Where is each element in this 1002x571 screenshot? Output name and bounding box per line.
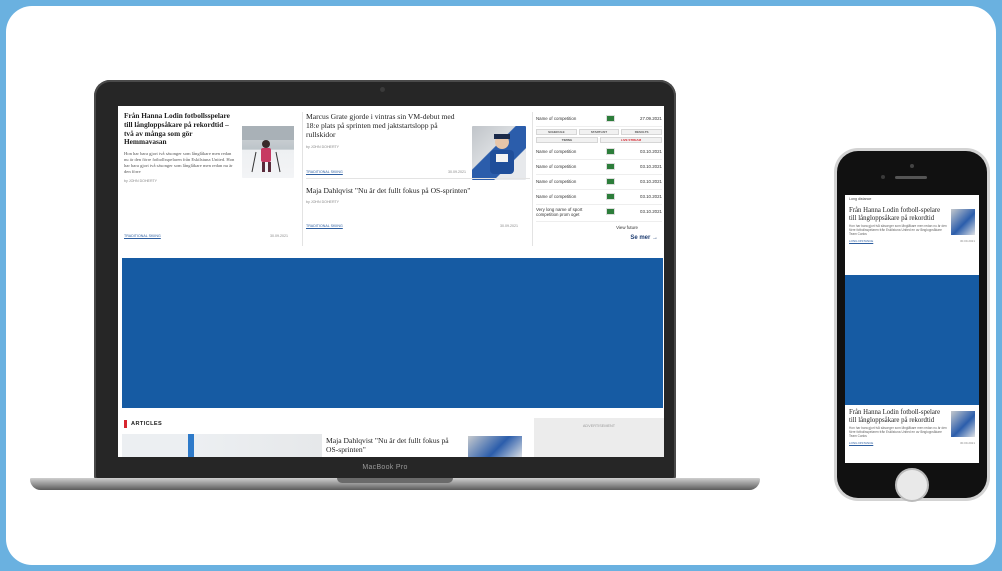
skier-figure-icon (242, 126, 294, 173)
article-author: by JOHN DOHERTY (124, 179, 158, 184)
article-title[interactable]: Maja Dahlqvist "Nu är det fullt fokus på… (306, 186, 526, 195)
article-title[interactable]: Maja Dahlqvist "Nu är det fullt fokus på… (326, 436, 460, 454)
competition-row[interactable]: Name of competition 03.10.2021 (536, 160, 662, 175)
laptop-screen: Från Hanna Lodin fotbollsspelare till lå… (118, 106, 664, 457)
sweden-flag-icon (606, 178, 615, 185)
laptop-base (30, 478, 760, 490)
live-stream-button[interactable]: LIVE STREAM (600, 137, 662, 143)
view-future-link[interactable]: View future (536, 225, 662, 230)
laptop-lid: Från Hanna Lodin fotbollsspelare till lå… (94, 80, 676, 480)
article-title[interactable]: Marcus Grate gjorde i vintras sin VM-deb… (306, 112, 466, 140)
competition-row[interactable]: Name of competition 03.10.2021 (536, 190, 662, 205)
article-column-2b[interactable]: Maja Dahlqvist "Nu är det fullt fokus på… (306, 186, 526, 204)
competition-actions-2: TIMING LIVE STREAM (536, 137, 662, 143)
article-thumbnail[interactable] (951, 411, 975, 437)
skier-photo[interactable] (472, 126, 526, 180)
skier-portrait-icon (490, 134, 514, 174)
competition-row[interactable]: Name of competition 03.10.2021 (536, 145, 662, 160)
article-date: 30.09.2021 (448, 170, 466, 174)
article-date: 30.09.2021 (500, 224, 518, 228)
phone-article[interactable]: Från Hanna Lodin fotboll-spelare till lå… (849, 207, 975, 243)
article-thumbnail[interactable] (468, 436, 522, 457)
competition-row[interactable]: Very long name of sport competition prom… (536, 205, 662, 222)
webcam (380, 87, 385, 92)
hero-banner[interactable] (122, 258, 663, 408)
article-tag[interactable]: LONG DISTANCE (849, 239, 873, 243)
competitions-sidebar: Name of competition 27.09.2021 SCHEDULE … (536, 112, 663, 241)
article-title[interactable]: Från Hanna Lodin fotboll-spelare till lå… (849, 409, 945, 424)
article-excerpt: Hon har bara gjort två säsonger som lång… (849, 224, 947, 237)
article-date: 30.09.2021 (270, 234, 288, 238)
phone-speaker (895, 176, 927, 179)
sweden-flag-icon (606, 193, 615, 200)
article-date: 30.09.2021 (959, 441, 975, 446)
phone-camera (910, 164, 914, 168)
article-image[interactable] (122, 434, 322, 457)
competition-row[interactable]: Name of competition 27.09.2021 (536, 112, 662, 127)
section-label: Long distance (849, 197, 872, 201)
article-author: by JOHN DOHERTY (306, 200, 340, 205)
startlist-button[interactable]: STARTLIST (578, 129, 620, 135)
divider (306, 178, 530, 179)
hero-banner[interactable] (845, 275, 979, 405)
article-meta: LONG DISTANCE 30.09.2021 (849, 441, 975, 445)
showcase-card: Från Hanna Lodin fotbollsspelare till lå… (6, 6, 996, 565)
divider (532, 112, 533, 246)
timing-button[interactable]: TIMING (536, 137, 598, 143)
article-thumbnail[interactable] (951, 209, 975, 235)
article-excerpt: Hon har bara gjort två säsonger som lång… (124, 151, 235, 174)
article-excerpt: Hon har bara gjort två säsonger som lång… (849, 426, 947, 439)
skier-photo[interactable] (242, 126, 294, 178)
sweden-flag-icon (606, 115, 615, 122)
laptop-brand-label: MacBook Pro (362, 464, 408, 471)
phone-body: Long distance Från Hanna Lodin fotboll-s… (837, 151, 987, 502)
divider (302, 112, 303, 246)
section-marker (124, 420, 127, 428)
articles-section-header: ARTICLES (124, 420, 162, 428)
home-button[interactable] (895, 468, 929, 502)
competition-actions: SCHEDULE STARTLIST RESULTS (536, 129, 663, 135)
article-title[interactable]: Från Hanna Lodin fotboll-spelare till lå… (849, 207, 945, 222)
see-more-link[interactable]: Se mer → (536, 235, 662, 241)
article-date: 30.09.2021 (959, 239, 975, 244)
sweden-flag-icon (606, 208, 615, 215)
schedule-button[interactable]: SCHEDULE (536, 129, 577, 135)
article-meta: LONG DISTANCE 30.09.2021 (849, 239, 975, 243)
phone-screen: Long distance Från Hanna Lodin fotboll-s… (845, 195, 979, 463)
phone-sensor (881, 175, 885, 179)
phone-article[interactable]: Från Hanna Lodin fotboll-spelare till lå… (849, 409, 975, 445)
sweden-flag-icon (606, 148, 615, 155)
results-button[interactable]: RESULTS (621, 129, 663, 135)
advertisement-box[interactable]: ADVERTISEMENT (534, 418, 664, 457)
article-tag[interactable]: TRADITIONAL SKIING (124, 234, 161, 238)
article-tag[interactable]: TRADITIONAL SKIING (306, 224, 343, 228)
competition-row[interactable]: Name of competition 03.10.2021 (536, 175, 662, 190)
article-tag[interactable]: LONG DISTANCE (849, 441, 873, 445)
articles-heading: ARTICLES (131, 421, 163, 427)
phone-device: Long distance Från Hanna Lodin fotboll-s… (834, 148, 990, 502)
article-tag[interactable]: TRADITIONAL SKIING (306, 170, 343, 174)
laptop-notch (337, 478, 453, 483)
article-title[interactable]: Från Hanna Lodin fotbollsspelare till lå… (124, 111, 236, 147)
sweden-flag-icon (606, 163, 615, 170)
